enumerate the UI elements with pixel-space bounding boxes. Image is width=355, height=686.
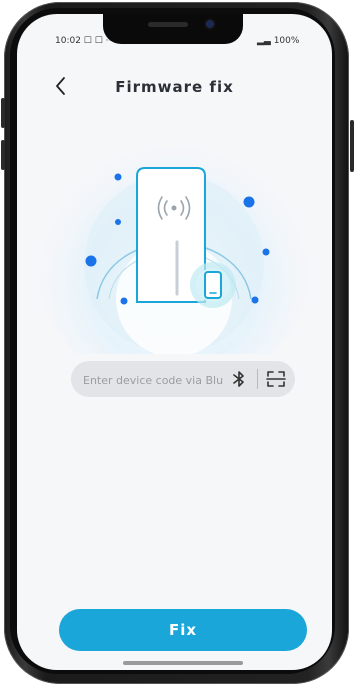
device-mockup: 10:02 ☐ ☐ ··· ▂▃ 100% Firmware fix Enter…	[0, 0, 355, 686]
scan-button[interactable]	[263, 367, 289, 391]
status-indicators: ▂▃ 100%	[257, 36, 300, 46]
smartphone-icon	[190, 262, 236, 308]
home-indicator	[123, 661, 243, 665]
device-code-field	[71, 361, 295, 397]
bluetooth-button[interactable]	[227, 367, 251, 391]
scan-icon	[266, 371, 286, 387]
volume-down-button	[1, 140, 5, 170]
fix-button[interactable]: Fix	[59, 609, 307, 651]
speaker	[148, 22, 188, 27]
notch	[103, 14, 243, 44]
app-screen: 10:02 ☐ ☐ ··· ▂▃ 100% Firmware fix Enter…	[17, 14, 332, 670]
front-camera	[206, 20, 214, 28]
firmware-illustration	[17, 114, 332, 394]
power-button	[350, 120, 354, 172]
status-time: 10:02 ☐ ☐ ···	[55, 36, 115, 46]
input-divider	[257, 369, 258, 389]
page-title: Firmware fix	[115, 78, 234, 96]
device-code-input[interactable]	[81, 361, 225, 397]
bluetooth-icon	[233, 371, 244, 387]
volume-up-button	[1, 98, 5, 128]
